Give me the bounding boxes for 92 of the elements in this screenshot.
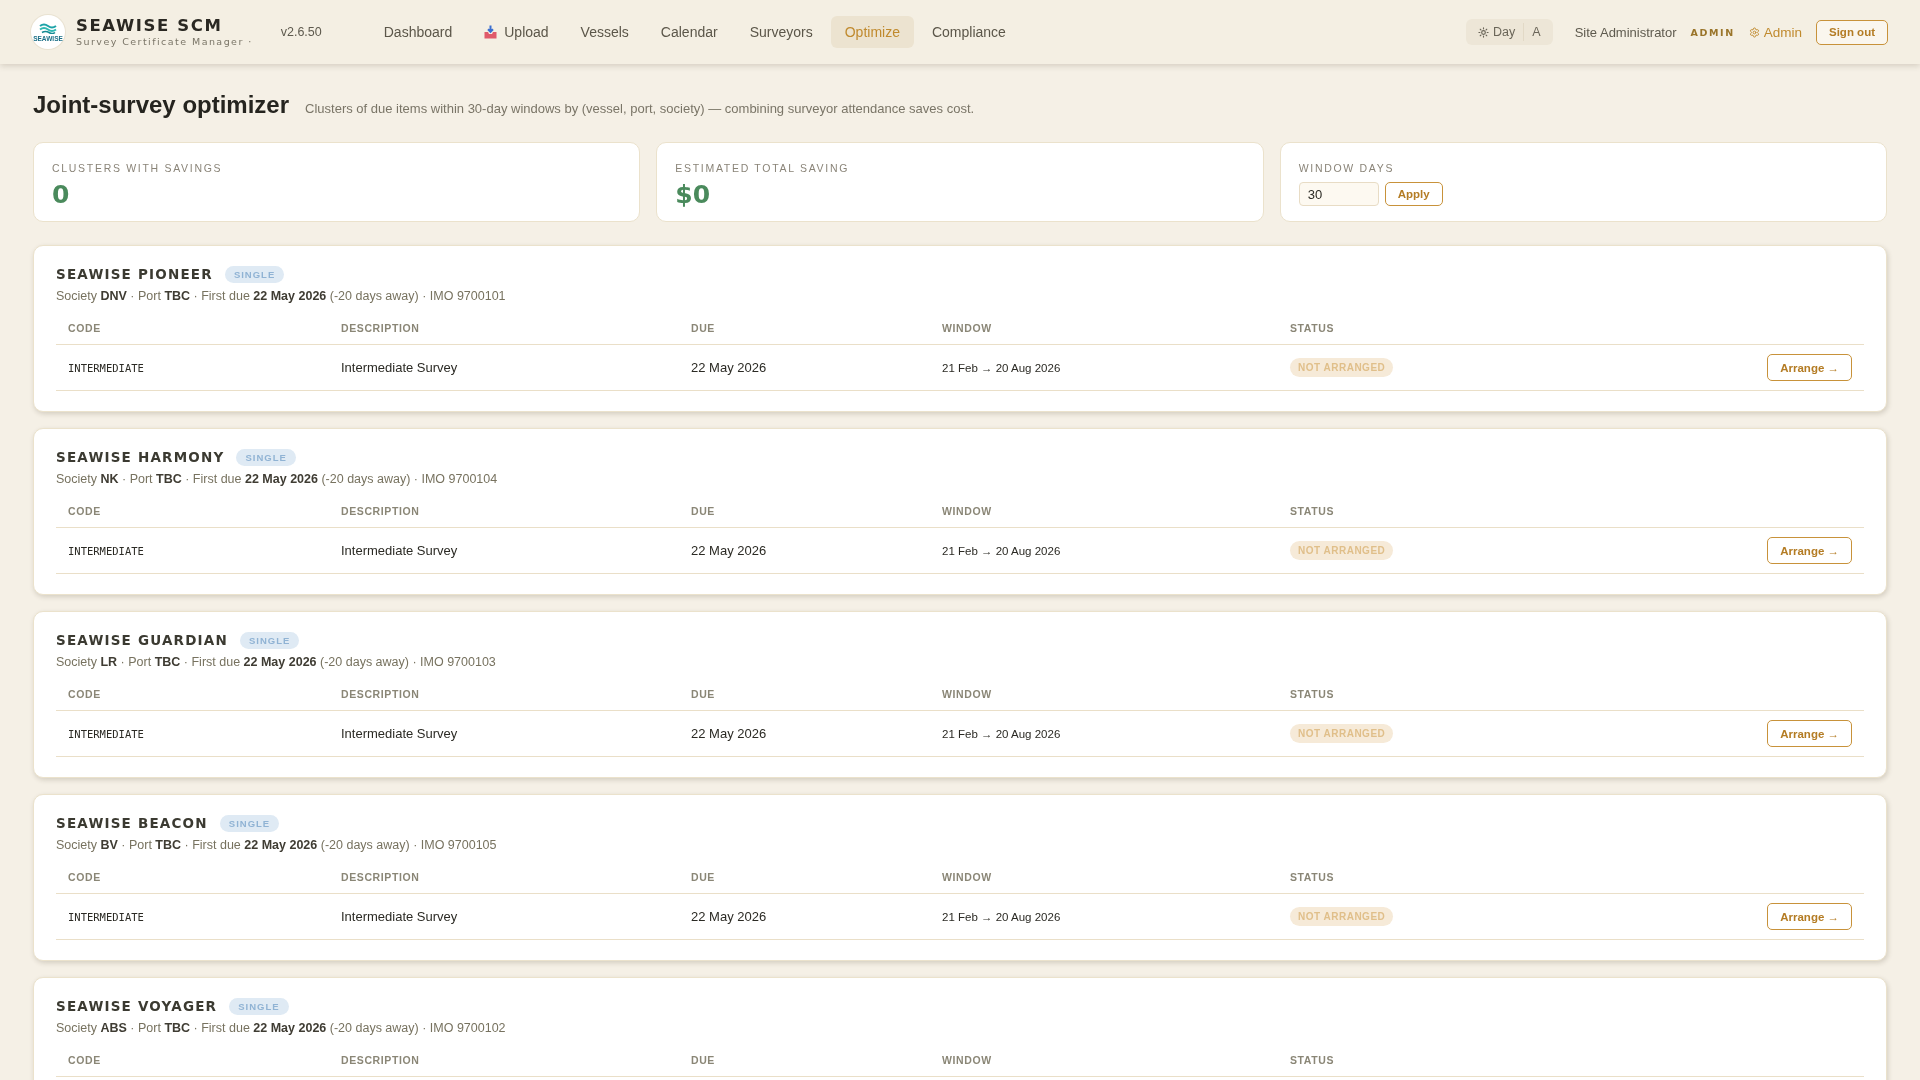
vessel-name: SEAWISE HARMONY [56, 448, 225, 466]
brand-tagline: Survey Certificate Manager · [76, 36, 253, 48]
theme-option[interactable]: Day [1470, 21, 1524, 43]
column-header: STATUS [1289, 322, 1336, 334]
column-header: CODE [67, 871, 102, 883]
role-label: ADMIN [1690, 26, 1735, 38]
nav-item[interactable]: Surveyors [735, 16, 827, 48]
vessel-name: SEAWISE GUARDIAN [56, 631, 228, 649]
type-tag: SINGLE [240, 631, 300, 649]
stat-value: $0 [675, 180, 711, 210]
nav-item[interactable]: Calendar [646, 16, 732, 48]
column-header: DUE [690, 1054, 716, 1066]
table-cell-text: 22 May 2026 [690, 360, 768, 375]
column-header: CODE [67, 322, 102, 334]
column-header: WINDOW [941, 505, 993, 517]
table-cell-text: Intermediate Survey [340, 360, 459, 375]
table-cell-text: 21 Feb → 20 Aug 2026 [941, 910, 1062, 923]
table-cell-text: Intermediate Survey [340, 726, 459, 741]
status-tag: NOT ARRANGED [1290, 358, 1394, 377]
theme-option[interactable]: A [1524, 21, 1549, 43]
column-header: STATUS [1289, 1054, 1336, 1066]
table-cell-text: 21 Feb → 20 Aug 2026 [941, 361, 1062, 374]
table-cell-text: INTERMEDIATE [67, 361, 145, 374]
vessel-meta: Society LR · Port TBC · First due 22 May 2026 (-20 days away) · IMO 9700103 [56, 654, 496, 670]
column-header: WINDOW [941, 1054, 993, 1066]
column-header: STATUS [1289, 871, 1336, 883]
table-cell-text: 21 Feb → 20 Aug 2026 [941, 544, 1062, 557]
vessel-name: SEAWISE VOYAGER [56, 997, 218, 1015]
sign-out-button[interactable]: Sign out [1816, 19, 1888, 45]
status-tag: NOT ARRANGED [1290, 541, 1394, 560]
settings-icon [1748, 26, 1760, 38]
table-cell-text: INTERMEDIATE [67, 727, 145, 740]
vessel-meta: Society BV · Port TBC · First due 22 May 2026 (-20 days away) · IMO 9700105 [56, 837, 497, 853]
column-header: WINDOW [941, 322, 993, 334]
arrange-button[interactable]: Arrange → [1767, 720, 1852, 747]
user-name: Site Administrator [1574, 24, 1677, 40]
status-tag: NOT ARRANGED [1290, 724, 1394, 743]
type-tag: SINGLE [229, 997, 289, 1015]
wave-icon [39, 22, 57, 34]
column-header: STATUS [1289, 505, 1336, 517]
column-header: DUE [690, 505, 716, 517]
column-header: CODE [67, 1054, 102, 1066]
table-cell-text: Intermediate Survey [340, 543, 459, 558]
page-title: Joint-survey optimizer [33, 91, 290, 119]
status-tag: NOT ARRANGED [1290, 907, 1394, 926]
inbox-tray-icon [484, 25, 498, 39]
vessel-name: SEAWISE BEACON [56, 814, 208, 832]
column-header: DUE [690, 688, 716, 700]
stat-label: WINDOW DAYS [1298, 162, 1395, 175]
vessel-meta: Society DNV · Port TBC · First due 22 May 2026 (-20 days away) · IMO 9700101 [56, 288, 506, 304]
apply-button[interactable]: Apply [1384, 182, 1443, 206]
column-header: CODE [67, 688, 102, 700]
vessel-meta: Society ABS · Port TBC · First due 22 May 2026 (-20 days away) · IMO 9700102 [56, 1020, 506, 1036]
stat-label: CLUSTERS WITH SAVINGS [52, 162, 223, 175]
column-header: DESCRIPTION [340, 871, 421, 883]
column-header: CODE [67, 505, 102, 517]
type-tag: SINGLE [224, 265, 285, 283]
table-cell-text: Intermediate Survey [340, 909, 459, 924]
column-header: WINDOW [941, 871, 993, 883]
sun-icon [1478, 26, 1490, 38]
admin-link[interactable]: Admin [1748, 24, 1802, 40]
table-cell-text: 22 May 2026 [690, 726, 768, 741]
stat-value: 0 [52, 180, 70, 210]
column-header: STATUS [1289, 688, 1336, 700]
vessel-meta: Society NK · Port TBC · First due 22 May 2026 (-20 days away) · IMO 9700104 [56, 471, 498, 487]
column-header: DESCRIPTION [340, 505, 421, 517]
nav-item[interactable]: Compliance [917, 16, 1020, 48]
window-days-field[interactable]: 30 [1298, 182, 1379, 206]
type-tag: SINGLE [236, 448, 296, 466]
table-cell-text: 22 May 2026 [690, 543, 768, 558]
stat-label: ESTIMATED TOTAL SAVING [675, 162, 850, 175]
table-cell-text: 22 May 2026 [690, 909, 768, 924]
table-cell-text: 21 Feb → 20 Aug 2026 [941, 727, 1062, 740]
column-header: DESCRIPTION [340, 322, 421, 334]
column-header: DESCRIPTION [340, 688, 421, 700]
table-cell-text: INTERMEDIATE [67, 910, 145, 923]
column-header: DUE [690, 871, 716, 883]
type-tag: SINGLE [219, 814, 280, 832]
table-cell-text: INTERMEDIATE [67, 544, 145, 557]
arrange-button[interactable]: Arrange → [1767, 354, 1852, 381]
column-header: DUE [690, 322, 716, 334]
page-subtitle: Clusters of due items within 30-day windows by (vessel, port, society) — combining surveyor attendance saves cost. [305, 101, 975, 116]
brand-name: SEAWISE SCM [76, 16, 224, 36]
column-header: DESCRIPTION [340, 1054, 421, 1066]
arrange-button[interactable]: Arrange → [1767, 903, 1852, 930]
nav-item[interactable]: Dashboard [369, 16, 467, 48]
vessel-name: SEAWISE PIONEER [56, 265, 213, 283]
version-label: v2.6.50 [280, 25, 322, 39]
column-header: WINDOW [941, 688, 993, 700]
nav-item[interactable]: Vessels [566, 16, 643, 48]
arrange-button[interactable]: Arrange → [1767, 537, 1852, 564]
nav-item[interactable]: Upload [470, 16, 563, 48]
